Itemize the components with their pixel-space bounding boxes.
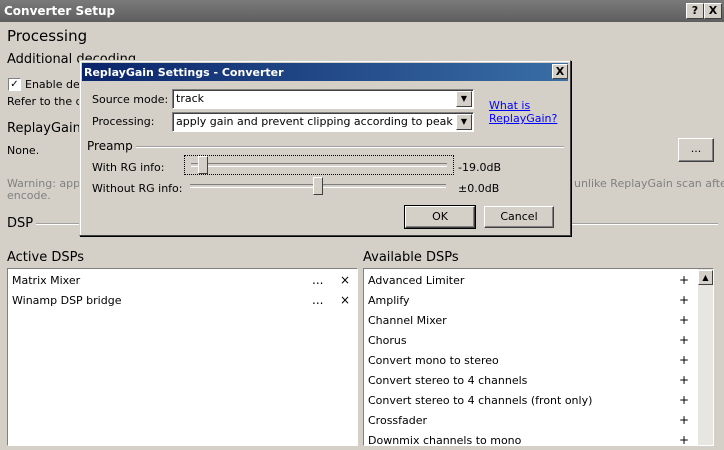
available-dsp-label: Chorus xyxy=(368,334,407,347)
dropdown-arrow-icon[interactable]: ▼ xyxy=(456,91,472,107)
dsp-configure-button[interactable]: ... xyxy=(312,293,323,307)
available-dsp-label: Amplify xyxy=(368,294,410,307)
dialog-close-button[interactable]: X xyxy=(552,64,568,79)
available-dsp-row[interactable]: Downmix channels to mono + xyxy=(364,430,697,450)
dsp-add-button[interactable]: + xyxy=(679,413,689,427)
available-dsp-list[interactable]: Advanced Limiter + Amplify + Channel Mixer… xyxy=(363,268,714,447)
dsp-add-button[interactable]: + xyxy=(679,333,689,347)
dropdown-arrow-icon[interactable]: ▼ xyxy=(456,114,472,130)
without-rg-slider-thumb[interactable] xyxy=(313,177,323,195)
dialog-title: ReplayGain Settings - Converter xyxy=(84,66,284,79)
refer-text: Refer to the do xyxy=(7,95,90,108)
scroll-up-arrow-icon[interactable]: ▲ xyxy=(698,270,713,285)
warning-text-end: , unlike ReplayGain scan after xyxy=(567,177,724,190)
ok-button[interactable]: OK xyxy=(404,205,476,229)
dsp-configure-button[interactable]: ... xyxy=(312,273,323,287)
active-dsp-label: Winamp DSP bridge xyxy=(12,294,122,307)
available-dsp-row[interactable]: Amplify + xyxy=(364,290,697,310)
dialog-titlebar: ReplayGain Settings - Converter X xyxy=(82,63,568,81)
active-dsp-label: Matrix Mixer xyxy=(12,274,81,287)
window-close-button[interactable]: X xyxy=(704,3,722,19)
active-dsp-row[interactable]: Winamp DSP bridge ... × xyxy=(8,290,357,310)
without-rg-label: Without RG info: xyxy=(92,182,183,195)
dsp-add-button[interactable]: + xyxy=(679,313,689,327)
dsp-add-button[interactable]: + xyxy=(679,273,689,287)
replaygain-heading: ReplayGain xyxy=(7,121,81,136)
available-dsp-label: Channel Mixer xyxy=(368,314,447,327)
window-title: Converter Setup xyxy=(4,4,116,18)
dsp-heading: DSP xyxy=(7,216,34,231)
with-rg-slider[interactable] xyxy=(184,155,454,175)
dsp-add-button[interactable]: + xyxy=(679,293,689,307)
available-dsp-row[interactable]: Convert stereo to 4 channels + xyxy=(364,370,697,390)
enable-decoding-checkbox[interactable]: ✓ xyxy=(8,78,21,91)
available-dsp-label: Convert stereo to 4 channels (front only… xyxy=(368,394,593,407)
available-dsp-label: Downmix channels to mono xyxy=(368,434,522,447)
dsp-add-button[interactable]: + xyxy=(679,433,689,447)
available-dsp-row[interactable]: Crossfader + xyxy=(364,410,697,430)
processing-value: apply gain and prevent clipping accordin… xyxy=(176,115,453,128)
cancel-button[interactable]: Cancel xyxy=(484,206,554,228)
available-dsp-scrollbar[interactable]: ▲ xyxy=(698,269,713,445)
available-dsp-row[interactable]: Convert mono to stereo + xyxy=(364,350,697,370)
active-dsp-list[interactable]: Matrix Mixer ... × Winamp DSP bridge ...… xyxy=(7,268,358,446)
available-dsp-label: Convert stereo to 4 channels xyxy=(368,374,528,387)
available-dsps-heading: Available DSPs xyxy=(363,250,459,265)
without-rg-value: ±0.0dB xyxy=(458,182,500,195)
dsp-remove-button[interactable]: × xyxy=(340,273,350,287)
available-dsp-row[interactable]: Advanced Limiter + xyxy=(364,270,697,290)
dsp-remove-button[interactable]: × xyxy=(340,293,350,307)
active-dsps-heading: Active DSPs xyxy=(7,250,84,265)
available-dsp-label: Advanced Limiter xyxy=(368,274,465,287)
enable-decoding-label: Enable dec xyxy=(25,78,86,91)
replaygain-settings-button[interactable]: ... xyxy=(678,138,714,162)
active-dsp-row[interactable]: Matrix Mixer ... × xyxy=(8,270,357,290)
with-rg-value: -19.0dB xyxy=(458,161,501,174)
replaygain-value: None. xyxy=(7,144,40,157)
without-rg-slider[interactable] xyxy=(184,177,452,195)
processing-label: Processing: xyxy=(92,115,155,128)
processing-select[interactable]: apply gain and prevent clipping accordin… xyxy=(172,112,474,132)
with-rg-slider-thumb[interactable] xyxy=(198,156,208,174)
what-is-replaygain-link-line2[interactable]: ReplayGain? xyxy=(489,112,557,125)
window-titlebar: Converter Setup ? X xyxy=(0,0,724,22)
warning-text-line2: encode. xyxy=(7,189,51,202)
available-dsp-row[interactable]: Chorus + xyxy=(364,330,697,350)
dsp-add-button[interactable]: + xyxy=(679,393,689,407)
page-title: Processing xyxy=(7,27,88,45)
with-rg-label: With RG info: xyxy=(92,161,165,174)
preamp-heading: Preamp xyxy=(87,139,133,153)
preamp-separator xyxy=(136,146,564,148)
what-is-replaygain-link-line1[interactable]: What is xyxy=(489,99,530,112)
with-rg-slider-track xyxy=(191,163,447,167)
dsp-add-button[interactable]: + xyxy=(679,353,689,367)
replaygain-settings-dialog: ReplayGain Settings - Converter X Source… xyxy=(79,60,571,236)
source-mode-select[interactable]: track ▼ xyxy=(172,89,474,109)
help-button[interactable]: ? xyxy=(686,3,704,19)
available-dsp-row[interactable]: Channel Mixer + xyxy=(364,310,697,330)
source-mode-value: track xyxy=(176,92,204,105)
available-dsp-label: Crossfader xyxy=(368,414,428,427)
available-dsp-label: Convert mono to stereo xyxy=(368,354,499,367)
dsp-add-button[interactable]: + xyxy=(679,373,689,387)
source-mode-label: Source mode: xyxy=(92,93,169,106)
available-dsp-row[interactable]: Convert stereo to 4 channels (front only… xyxy=(364,390,697,410)
